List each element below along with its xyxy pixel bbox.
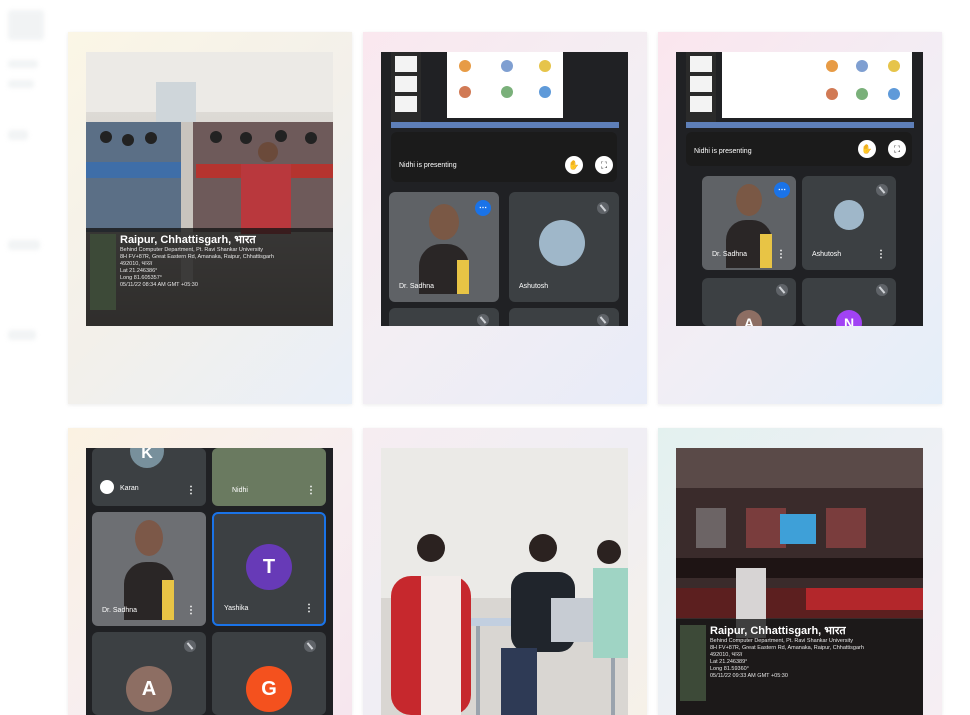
presenting-text: Nidhi is presenting (399, 162, 457, 169)
meeting-screenshot: Nidhi is presenting ✋ ⛶ ⋯ Dr. Sadhna Ash… (381, 52, 628, 326)
geotag-overlay: Raipur, Chhattisgarh, भारत Behind Comput… (676, 619, 923, 715)
participant-avatar-letter: K (130, 448, 164, 468)
geotag-line3: 492010, भारत (120, 261, 153, 267)
gallery-card-workshop[interactable] (363, 428, 647, 715)
mic-off-icon (184, 640, 196, 652)
gallery-card-meeting-1[interactable]: Nidhi is presenting ✋ ⛶ ⋯ Dr. Sadhna Ash… (363, 32, 647, 404)
participant-avatar-letter: A (126, 666, 172, 712)
participant-name: Dr. Sadhna (399, 283, 435, 290)
participant-tile[interactable]: K Karan ⋮ (92, 448, 206, 506)
geotag-lat: Lat 21.246386° (120, 268, 158, 274)
mic-off-icon (876, 184, 888, 196)
mic-off-icon (597, 314, 609, 326)
participant-tile[interactable]: G (212, 632, 326, 715)
slide-illustrations (826, 60, 900, 100)
geotag-lat: Lat 21.246389° (710, 659, 748, 665)
participant-video (419, 204, 469, 294)
presenting-banner: Nidhi is presenting ✋ ⛶ (391, 132, 617, 182)
participant-name: Dr. Sadhna (712, 251, 748, 258)
geotag-time: 05/11/22 08:34 AM GMT +05:30 (120, 282, 198, 288)
participant-tile-active[interactable]: T Yashika ⋮ (212, 512, 326, 626)
geotag-long: Long 81.605357° (120, 275, 162, 281)
participant-avatar-letter: T (246, 544, 292, 590)
gallery-card-meeting-2[interactable]: Nidhi is presenting ✋ ⛶ ⋯ Dr. Sadhna ⋮ A… (658, 32, 942, 404)
more-options-icon[interactable]: ⋮ (876, 249, 886, 260)
geotag-map-thumbnail (680, 625, 706, 701)
geotag-line1: Behind Computer Department, Pt. Ravi Sha… (710, 638, 854, 644)
geotag-overlay: Raipur, Chhattisgarh, भारत Behind Comput… (86, 228, 333, 326)
meeting-screenshot: Nidhi is presenting ✋ ⛶ ⋯ Dr. Sadhna ⋮ A… (676, 52, 923, 326)
participant-tile[interactable]: Ashutosh (509, 192, 619, 302)
participant-tile[interactable]: A (702, 278, 796, 326)
participant-tile[interactable] (509, 308, 619, 326)
participant-tile[interactable]: Dr. Sadhna ⋮ (92, 512, 206, 626)
speaking-indicator: ⋯ (774, 182, 790, 198)
more-options-icon[interactable]: ⋮ (306, 485, 316, 496)
geotag-time: 05/11/22 09:33 AM GMT +05:30 (710, 673, 788, 679)
fullscreen-icon[interactable]: ⛶ (595, 156, 613, 174)
slide-thumbnails (686, 52, 716, 122)
workshop-scene (381, 448, 628, 715)
meeting-screenshot: K Karan ⋮ Nidhi ⋮ Dr. Sadhna ⋮ T Yashika… (86, 448, 333, 715)
participant-avatar (539, 220, 585, 266)
workshop-photo (381, 448, 628, 715)
more-options-icon[interactable]: ⋮ (776, 249, 786, 260)
participant-video (124, 520, 174, 620)
participant-name: Dr. Sadhna (102, 607, 138, 614)
gallery-card-classroom[interactable]: Raipur, Chhattisgarh, भारत Behind Comput… (68, 32, 352, 404)
participant-name: Nidhi (232, 487, 248, 494)
participant-tile[interactable]: Nidhi ⋮ (212, 448, 326, 506)
geotag-place: Raipur, Chhattisgarh, भारत (120, 234, 256, 246)
shared-slide (722, 52, 912, 118)
mic-off-icon (876, 284, 888, 296)
slide-illustrations (459, 60, 551, 98)
mic-off-icon (477, 314, 489, 326)
more-options-icon[interactable]: ⋮ (186, 485, 196, 496)
user-icon (100, 480, 114, 494)
participant-tile[interactable]: Ashutosh ⋮ (802, 176, 896, 270)
geotag-map-thumbnail (90, 234, 116, 310)
geotag-line2: 8H FV+87R, Great Eastern Rd, Amanaka, Ra… (710, 645, 864, 651)
shared-slide (447, 52, 563, 118)
more-options-icon[interactable]: ⋮ (186, 605, 196, 616)
more-options-icon[interactable]: ⋮ (304, 603, 314, 614)
presenting-text: Nidhi is presenting (694, 148, 752, 155)
classroom-photo: Raipur, Chhattisgarh, भारत Behind Comput… (86, 52, 333, 326)
presenting-banner: Nidhi is presenting ✋ ⛶ (686, 132, 912, 166)
geotag-place: Raipur, Chhattisgarh, भारत (710, 625, 846, 637)
gallery-card-meeting-3[interactable]: K Karan ⋮ Nidhi ⋮ Dr. Sadhna ⋮ T Yashika… (68, 428, 352, 715)
mic-off-icon (304, 640, 316, 652)
participant-avatar (834, 200, 864, 230)
geotag-long: Long 81.59360° (710, 666, 749, 672)
slide-thumbnails (391, 52, 421, 122)
mic-off-icon (776, 284, 788, 296)
speaking-indicator: ⋯ (475, 200, 491, 216)
participant-avatar-letter: G (246, 666, 292, 712)
participant-name: Ashutosh (519, 283, 549, 290)
background-page-text (0, 0, 50, 715)
fullscreen-icon[interactable]: ⛶ (888, 140, 906, 158)
pin-icon[interactable]: ✋ (858, 140, 876, 158)
participant-avatar-letter: A (736, 310, 762, 326)
participant-tile[interactable] (389, 308, 499, 326)
participant-name: Karan (120, 485, 139, 492)
participant-avatar-letter: N (836, 310, 862, 326)
participant-name: Ashutosh (812, 251, 842, 258)
participant-tile[interactable]: ⋯ Dr. Sadhna (389, 192, 499, 302)
participant-tile[interactable]: N (802, 278, 896, 326)
geotag-line1: Behind Computer Department, Pt. Ravi Sha… (120, 247, 264, 253)
mic-off-icon (597, 202, 609, 214)
seminar-hall-photo: Raipur, Chhattisgarh, भारत Behind Comput… (676, 448, 923, 715)
geotag-line3: 492010, भारत (710, 652, 743, 658)
gallery-card-seminar-hall[interactable]: Raipur, Chhattisgarh, भारत Behind Comput… (658, 428, 942, 715)
participant-tile[interactable]: A (92, 632, 206, 715)
participant-name: Yashika (224, 605, 249, 612)
participant-tile[interactable]: ⋯ Dr. Sadhna ⋮ (702, 176, 796, 270)
geotag-line2: 8H FV+87R, Great Eastern Rd, Amanaka, Ra… (120, 254, 274, 260)
pin-icon[interactable]: ✋ (565, 156, 583, 174)
